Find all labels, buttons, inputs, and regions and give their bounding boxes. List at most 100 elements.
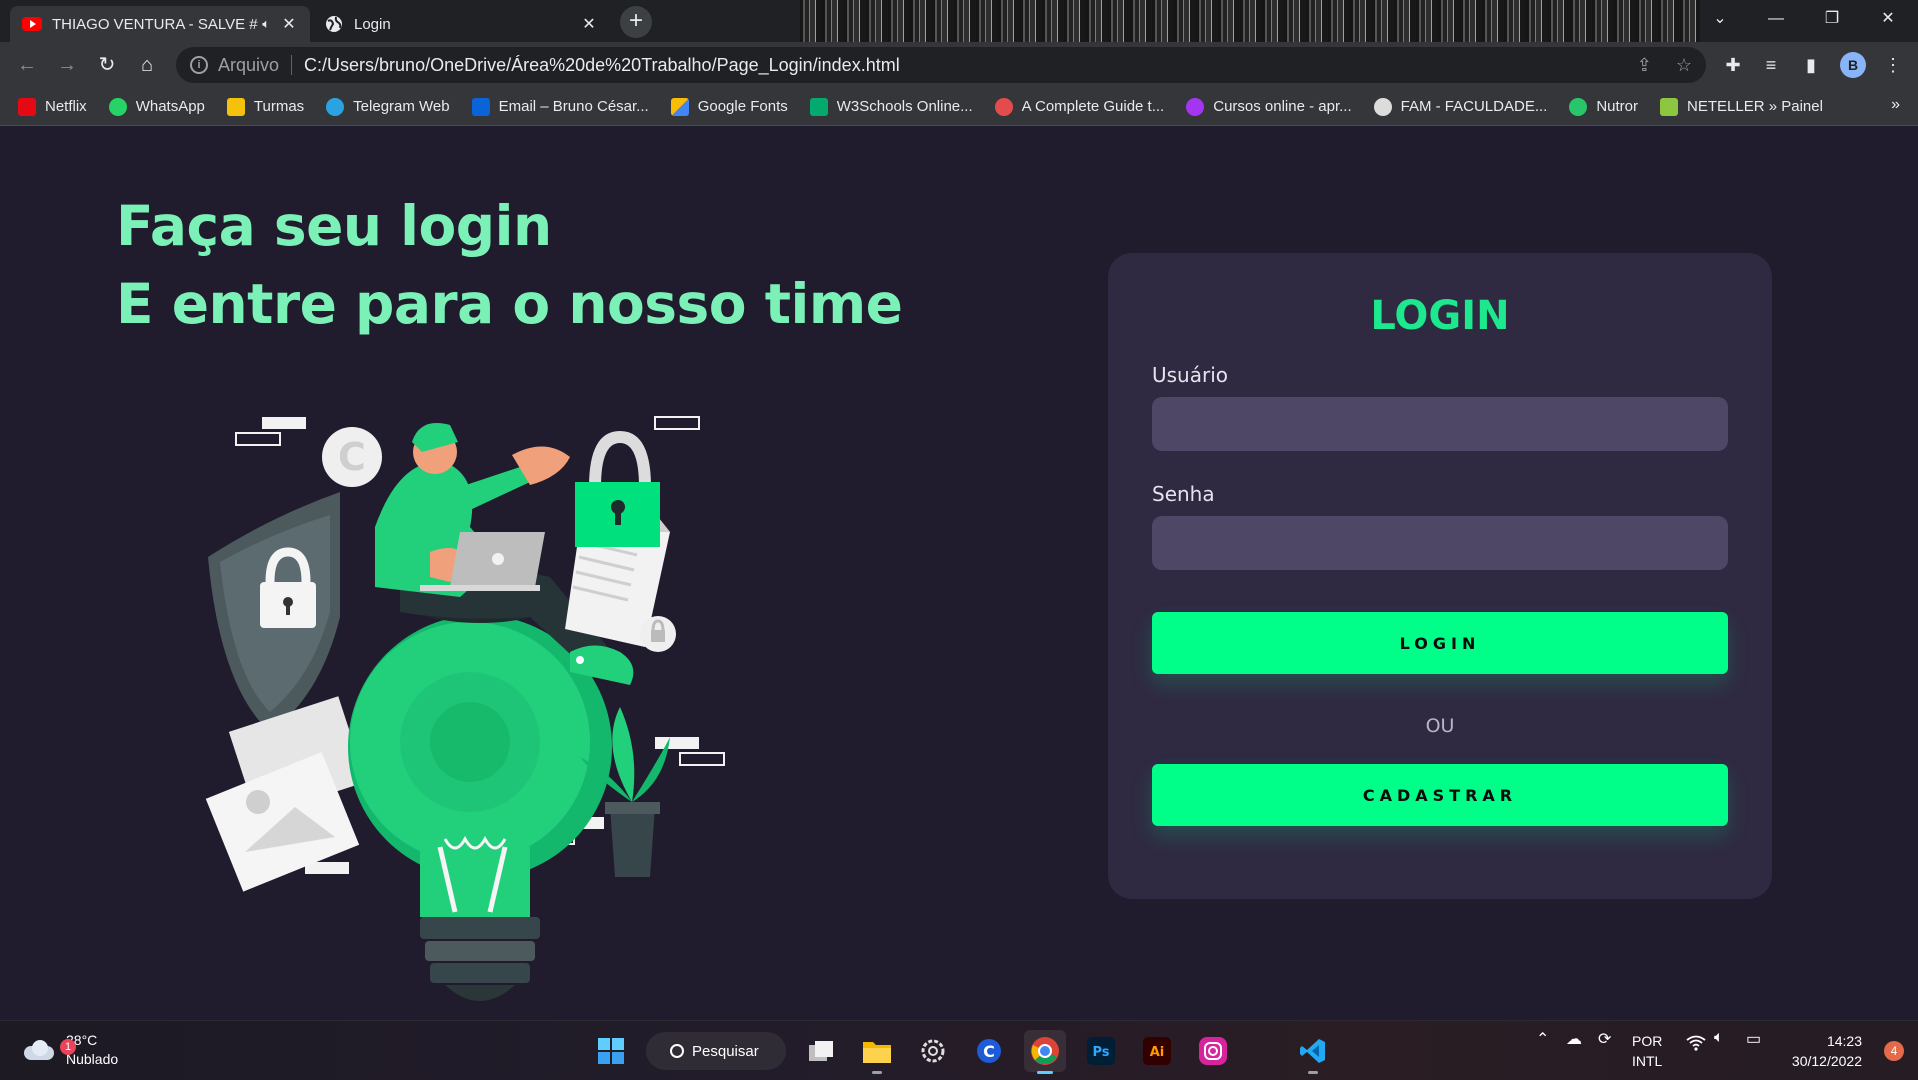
- more-bookmarks-icon[interactable]: »: [1891, 96, 1900, 114]
- tab-title: THIAGO VENTURA - SALVE #: [52, 15, 258, 33]
- username-label: Usuário: [1152, 363, 1229, 387]
- headline-line-2: E entre para o nosso time: [116, 272, 903, 336]
- chrome-icon[interactable]: [1024, 1030, 1066, 1074]
- w3schools-icon: [809, 97, 828, 116]
- system-clock[interactable]: 14:23 30/12/2022: [1792, 1031, 1862, 1071]
- side-panel-icon[interactable]: ▮: [1796, 50, 1826, 80]
- bookmark-label: Email – Bruno César...: [498, 98, 649, 115]
- bookmark-neteller[interactable]: NETELLER » Painel: [1660, 97, 1823, 116]
- menu-icon[interactable]: ⋮: [1878, 50, 1908, 80]
- vscode-icon[interactable]: [1292, 1030, 1334, 1074]
- bookmark-w3schools[interactable]: W3Schools Online...: [809, 97, 973, 116]
- share-icon[interactable]: ⇪: [1637, 55, 1652, 76]
- volume-icon[interactable]: 🔈︎: [1714, 1029, 1724, 1047]
- address-separator: [291, 55, 293, 75]
- notification-badge[interactable]: 4: [1884, 1041, 1904, 1061]
- windows-taskbar: 1 28°C Nublado Pesquisar C Ps Ai ⌃ ☁︎ ⟳ …: [0, 1020, 1918, 1080]
- cloud-icon: [22, 1038, 56, 1062]
- tab-search-icon[interactable]: ⌄: [1692, 0, 1748, 40]
- onedrive-icon[interactable]: ☁︎: [1566, 1029, 1582, 1049]
- bookmark-google-fonts[interactable]: Google Fonts: [670, 97, 788, 116]
- svg-text:Ps: Ps: [1092, 1045, 1109, 1060]
- show-hidden-icons[interactable]: ⌃: [1536, 1029, 1549, 1049]
- keyboard-layout: INTL: [1632, 1053, 1663, 1069]
- globe-icon: [1373, 97, 1392, 116]
- headline-line-1: Faça seu login: [116, 194, 552, 258]
- register-button[interactable]: CADASTRAR: [1152, 764, 1728, 826]
- close-tab-icon[interactable]: ✕: [280, 14, 298, 34]
- back-icon[interactable]: ←: [12, 50, 42, 80]
- bookmark-label: Nutror: [1596, 98, 1639, 115]
- login-button[interactable]: LOGIN: [1152, 612, 1728, 674]
- site-info-icon[interactable]: i: [190, 56, 208, 74]
- extensions-icon[interactable]: ✚: [1718, 50, 1748, 80]
- close-tab-icon[interactable]: ✕: [580, 14, 598, 34]
- address-scheme: Arquivo: [218, 54, 280, 75]
- instagram-icon[interactable]: [1192, 1030, 1234, 1072]
- tab-youtube[interactable]: THIAGO VENTURA - SALVE # 🔈︎ ✕: [10, 6, 310, 42]
- media-control-icon[interactable]: ≡: [1756, 50, 1786, 80]
- username-input[interactable]: [1152, 397, 1728, 451]
- restore-icon[interactable]: ❐: [1804, 0, 1860, 40]
- search-label: Pesquisar: [692, 1042, 759, 1060]
- close-window-icon[interactable]: ✕: [1860, 0, 1916, 40]
- youtube-icon: [22, 14, 42, 34]
- tab-login[interactable]: Login ✕: [312, 6, 610, 42]
- tabstrip-background-art: [800, 0, 1700, 42]
- password-input[interactable]: [1152, 516, 1728, 570]
- bookmark-netflix[interactable]: Netflix: [18, 97, 87, 116]
- bookmark-label: A Complete Guide t...: [1021, 98, 1165, 115]
- settings-icon[interactable]: [912, 1030, 954, 1072]
- bookmark-telegram[interactable]: Telegram Web: [326, 97, 450, 116]
- language-indicator[interactable]: POR INTL: [1632, 1031, 1662, 1071]
- address-url[interactable]: C:/Users/bruno/OneDrive/Área%20de%20Trab…: [304, 55, 900, 76]
- svg-text:Ai: Ai: [1150, 1045, 1165, 1060]
- whatsapp-icon: [108, 97, 127, 116]
- bookmark-label: Google Fonts: [697, 98, 788, 115]
- new-tab-button[interactable]: +: [620, 6, 652, 38]
- photoshop-icon[interactable]: Ps: [1080, 1030, 1122, 1072]
- nutror-icon: [1569, 97, 1588, 116]
- task-view-icon[interactable]: [800, 1030, 842, 1072]
- browser-toolbar: ← → ↻ ⌂ i Arquivo C:/Users/bruno/OneDriv…: [0, 42, 1918, 88]
- netflix-icon: [18, 97, 36, 116]
- outlook-icon: [471, 97, 490, 116]
- bookmark-udemy[interactable]: Cursos online - apr...: [1186, 97, 1352, 116]
- clock-date: 30/12/2022: [1791, 1053, 1862, 1069]
- bookmark-fam[interactable]: FAM - FACULDADE...: [1373, 97, 1548, 116]
- minimize-icon[interactable]: —: [1748, 0, 1804, 40]
- taskbar-search[interactable]: Pesquisar: [646, 1032, 786, 1070]
- css-tricks-icon: [994, 97, 1013, 116]
- security-illustration: C: [205, 416, 725, 1001]
- forward-icon[interactable]: →: [52, 50, 82, 80]
- windows-start-icon[interactable]: [590, 1030, 632, 1072]
- home-icon[interactable]: ⌂: [132, 50, 162, 80]
- bookmark-nutror[interactable]: Nutror: [1569, 97, 1639, 116]
- weather-widget[interactable]: 1 28°C Nublado: [22, 1031, 118, 1069]
- bookmark-whatsapp[interactable]: WhatsApp: [108, 97, 205, 116]
- reload-icon[interactable]: ↻: [92, 50, 122, 80]
- clock-time: 14:23: [1826, 1033, 1862, 1049]
- classroom-icon: [226, 97, 245, 116]
- file-explorer-icon[interactable]: [856, 1030, 898, 1074]
- bookmark-label: FAM - FACULDADE...: [1400, 98, 1548, 115]
- wifi-icon[interactable]: [1686, 1035, 1706, 1051]
- bookmark-turmas[interactable]: Turmas: [226, 97, 304, 116]
- speaker-icon[interactable]: 🔈︎: [262, 16, 270, 32]
- bookmark-star-icon[interactable]: ☆: [1676, 55, 1692, 76]
- svg-text:C: C: [983, 1042, 995, 1061]
- illustrator-icon[interactable]: Ai: [1136, 1030, 1178, 1072]
- bookmark-email[interactable]: Email – Bruno César...: [471, 97, 649, 116]
- battery-icon[interactable]: ▭: [1746, 1029, 1761, 1049]
- weather-badge: 1: [60, 1039, 76, 1055]
- weather-description: Nublado: [66, 1051, 119, 1067]
- address-bar[interactable]: i Arquivo C:/Users/bruno/OneDrive/Área%2…: [176, 47, 1706, 83]
- copilot-icon[interactable]: C: [968, 1030, 1010, 1072]
- neteller-icon: [1660, 97, 1679, 116]
- bookmark-css-guide[interactable]: A Complete Guide t...: [994, 97, 1165, 116]
- login-card: LOGIN Usuário Senha LOGIN OU CADASTRAR: [1108, 253, 1772, 899]
- profile-avatar[interactable]: B: [1840, 52, 1866, 78]
- login-page: Faça seu login E entre para o nosso time…: [0, 127, 1918, 1020]
- sync-icon[interactable]: ⟳: [1598, 1029, 1611, 1049]
- bookmark-label: Cursos online - apr...: [1213, 98, 1352, 115]
